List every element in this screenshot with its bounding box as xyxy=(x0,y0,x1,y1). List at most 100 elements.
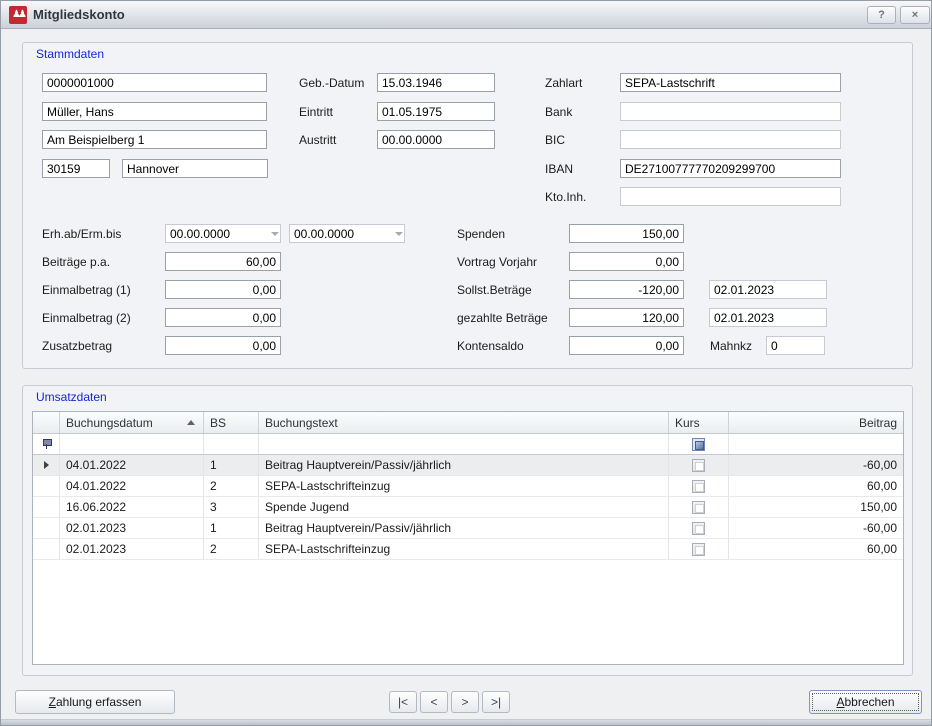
kto-inh-field[interactable] xyxy=(620,187,841,206)
member-name-field[interactable] xyxy=(42,102,267,121)
filter-cell-buchungsdatum[interactable] xyxy=(60,434,204,454)
column-header-buchungstext[interactable]: Buchungstext xyxy=(259,412,669,433)
filter-row-icon xyxy=(42,438,51,450)
kurs-checkbox[interactable] xyxy=(692,459,705,472)
spenden-label: Spenden xyxy=(457,227,505,241)
beitraege-pa-label: Beiträge p.a. xyxy=(42,255,110,269)
filter-row-indicator-cell xyxy=(33,434,60,454)
app-icon: ♟♟ xyxy=(9,6,27,24)
nav-next-button[interactable]: > xyxy=(451,691,479,713)
sort-ascending-icon xyxy=(187,420,195,425)
abbrechen-button[interactable]: Abbrechen xyxy=(809,690,922,714)
row-indicator-cell xyxy=(33,455,60,476)
zahlung-erfassen-button[interactable]: Zahlung erfassen xyxy=(15,690,175,714)
table-row[interactable]: 02.01.2023 2 SEPA-Lastschrifteinzug 60,0… xyxy=(33,539,903,560)
filter-cell-buchungstext[interactable] xyxy=(259,434,669,454)
nav-last-button[interactable]: >| xyxy=(482,691,510,713)
kontensaldo-label: Kontensaldo xyxy=(457,339,524,353)
kurs-checkbox[interactable] xyxy=(692,480,705,493)
beitraege-pa-field[interactable] xyxy=(165,252,281,271)
sollst-datum-field[interactable] xyxy=(709,280,827,299)
kontensaldo-field[interactable] xyxy=(569,336,684,355)
kurs-checkbox[interactable] xyxy=(692,501,705,514)
stammdaten-caption: Stammdaten xyxy=(36,47,104,61)
row-indicator-cell xyxy=(33,476,60,497)
geb-datum-label: Geb.-Datum xyxy=(299,76,364,90)
titlebar: ♟♟ Mitgliedskonto ? × xyxy=(1,1,931,29)
table-row[interactable]: 04.01.2022 2 SEPA-Lastschrifteinzug 60,0… xyxy=(33,476,903,497)
mahnkz-label: Mahnkz xyxy=(710,339,752,353)
transactions-grid: Buchungsdatum BS Buchungstext Kurs Beitr… xyxy=(32,411,904,665)
eintritt-label: Eintritt xyxy=(299,105,333,119)
spenden-field[interactable] xyxy=(569,224,684,243)
close-button[interactable]: × xyxy=(900,6,930,24)
filter-cell-bs[interactable] xyxy=(204,434,259,454)
window: ♟♟ Mitgliedskonto ? × Stammdaten Geb.-Da… xyxy=(0,0,932,726)
help-button[interactable]: ? xyxy=(867,6,896,24)
einmalbetrag2-field[interactable] xyxy=(165,308,281,327)
grid-header-row: Buchungsdatum BS Buchungstext Kurs Beitr… xyxy=(33,412,903,434)
gezahlte-betraege-field[interactable] xyxy=(569,308,684,327)
erm-bis-combo[interactable] xyxy=(289,224,405,243)
chevron-down-icon[interactable] xyxy=(394,225,404,242)
iban-label: IBAN xyxy=(545,162,573,176)
member-figures-icon: ♟♟ xyxy=(12,6,24,24)
kurs-checkbox[interactable] xyxy=(692,522,705,535)
grid-filter-row xyxy=(33,434,903,455)
bic-label: BIC xyxy=(545,133,565,147)
column-header-bs[interactable]: BS xyxy=(204,412,259,433)
kto-inh-label: Kto.Inh. xyxy=(545,190,586,204)
nav-first-button[interactable]: |< xyxy=(389,691,417,713)
column-header-kurs[interactable]: Kurs xyxy=(669,412,729,433)
nav-previous-button[interactable]: < xyxy=(420,691,448,713)
austritt-label: Austritt xyxy=(299,133,336,147)
table-row[interactable]: 02.01.2023 1 Beitrag Hauptverein/Passiv/… xyxy=(33,518,903,539)
table-row[interactable]: 04.01.2022 1 Beitrag Hauptverein/Passiv/… xyxy=(33,455,903,476)
vortrag-vorjahr-label: Vortrag Vorjahr xyxy=(457,255,537,269)
umsatzdaten-caption: Umsatzdaten xyxy=(36,390,107,404)
window-title: Mitgliedskonto xyxy=(33,7,125,22)
grid-empty-area xyxy=(33,560,903,664)
row-indicator-cell xyxy=(33,497,60,518)
erh-ab-combo[interactable] xyxy=(165,224,281,243)
einmalbetrag2-label: Einmalbetrag (2) xyxy=(42,311,131,325)
einmalbetrag1-label: Einmalbetrag (1) xyxy=(42,283,131,297)
mahnkz-field[interactable] xyxy=(766,336,825,355)
einmalbetrag1-field[interactable] xyxy=(165,280,281,299)
client-area: Stammdaten Geb.-Datum Eintritt Austritt … xyxy=(2,29,930,724)
gezahlt-datum-field[interactable] xyxy=(709,308,827,327)
table-row[interactable]: 16.06.2022 3 Spende Jugend 150,00 xyxy=(33,497,903,518)
filter-cell-beitrag[interactable] xyxy=(729,434,903,454)
sollst-betraege-field[interactable] xyxy=(569,280,684,299)
erh-erm-label: Erh.ab/Erm.bis xyxy=(42,227,121,241)
column-header-buchungsdatum[interactable]: Buchungsdatum xyxy=(60,412,204,433)
geb-datum-field[interactable] xyxy=(377,73,495,92)
bank-label: Bank xyxy=(545,105,572,119)
bank-field[interactable] xyxy=(620,102,841,121)
erh-ab-field[interactable] xyxy=(166,225,270,242)
zahlart-field[interactable] xyxy=(620,73,841,92)
chevron-down-icon[interactable] xyxy=(270,225,280,242)
austritt-field[interactable] xyxy=(377,130,495,149)
zahlart-label: Zahlart xyxy=(545,76,582,90)
erm-bis-field[interactable] xyxy=(290,225,394,242)
street-field[interactable] xyxy=(42,130,267,149)
row-indicator-cell xyxy=(33,518,60,539)
window-bottom-edge xyxy=(1,719,931,725)
kurs-filter-checkbox[interactable] xyxy=(692,438,705,451)
vortrag-vorjahr-field[interactable] xyxy=(569,252,684,271)
filter-cell-kurs[interactable] xyxy=(669,434,729,454)
city-field[interactable] xyxy=(122,159,268,178)
eintritt-field[interactable] xyxy=(377,102,495,121)
row-indicator-cell xyxy=(33,539,60,560)
kurs-checkbox[interactable] xyxy=(692,543,705,556)
gezahlte-betraege-label: gezahlte Beträge xyxy=(457,311,548,325)
sollst-betraege-label: Sollst.Beträge xyxy=(457,283,532,297)
iban-field[interactable] xyxy=(620,159,841,178)
zip-field[interactable] xyxy=(42,159,110,178)
member-number-field[interactable] xyxy=(42,73,267,92)
bic-field[interactable] xyxy=(620,130,841,149)
zusatzbetrag-label: Zusatzbetrag xyxy=(42,339,112,353)
column-header-beitrag[interactable]: Beitrag xyxy=(729,412,903,433)
zusatzbetrag-field[interactable] xyxy=(165,336,281,355)
